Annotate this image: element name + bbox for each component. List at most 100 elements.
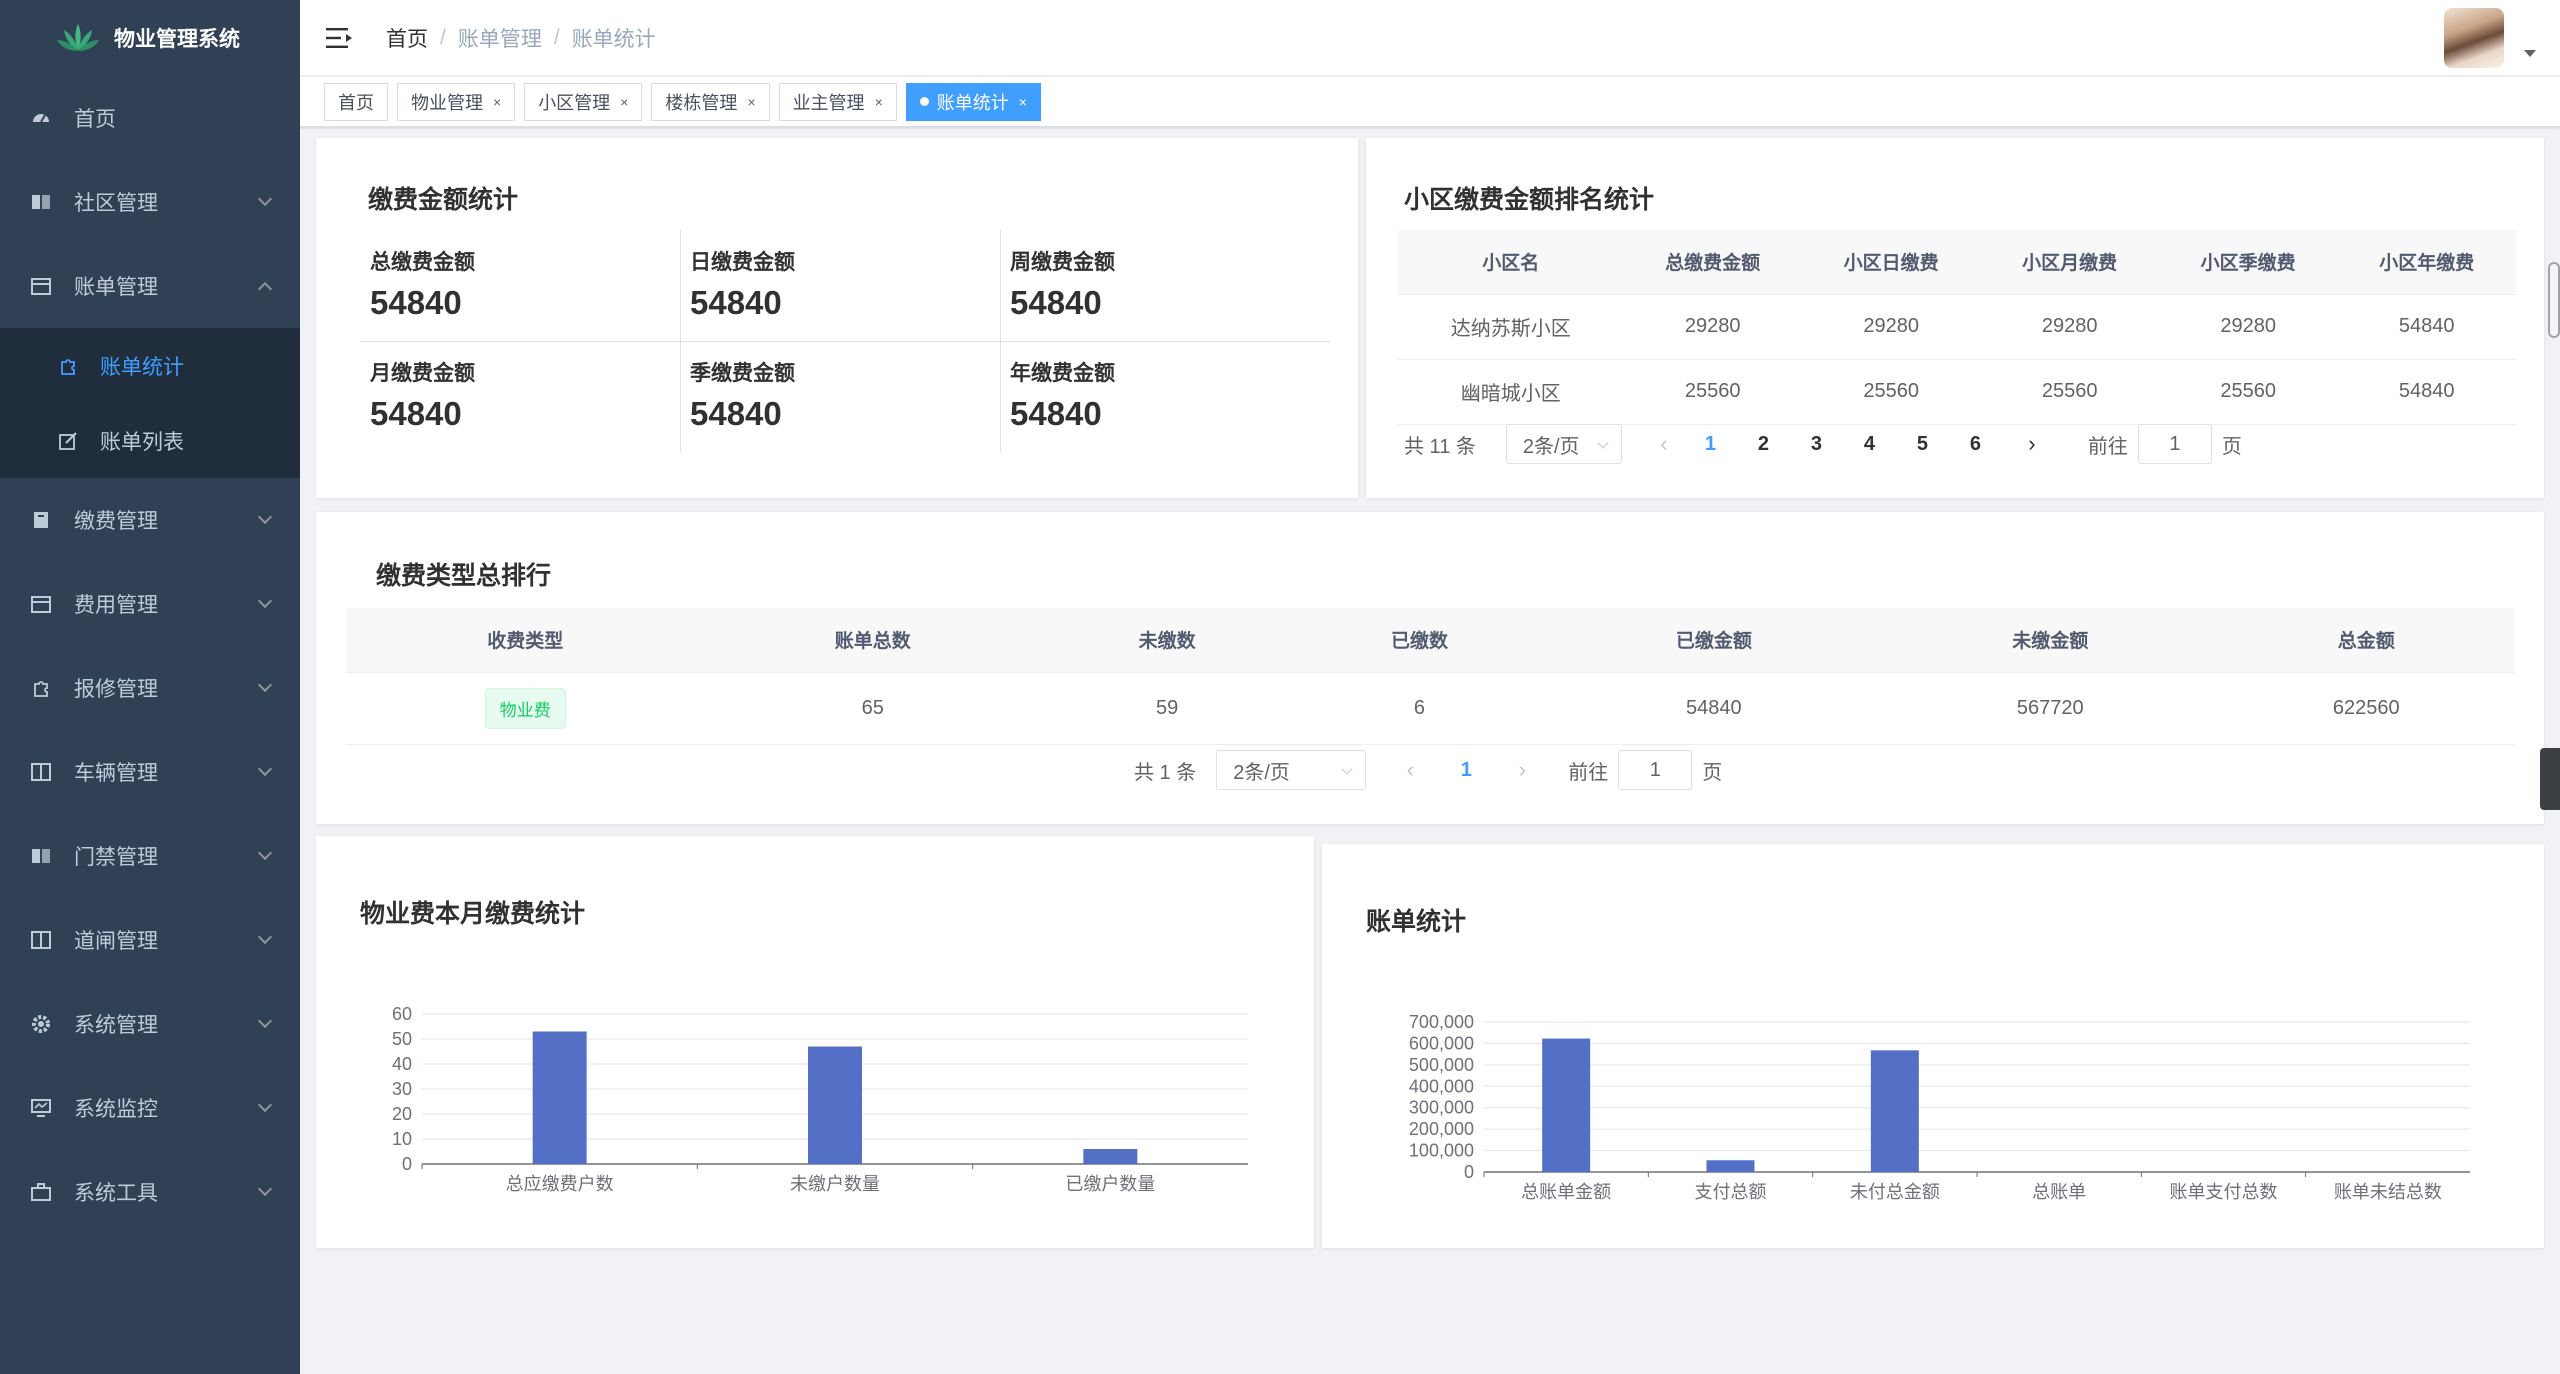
stat-value: 54840 — [370, 284, 462, 321]
prev-page-icon[interactable]: ‹ — [1390, 757, 1430, 783]
sidebar-item-label: 道闸管理 — [74, 930, 158, 953]
bar[interactable] — [1706, 1160, 1755, 1172]
document-icon — [30, 509, 52, 531]
y-tick-label: 40 — [392, 1054, 412, 1074]
tag-home[interactable]: 首页 — [324, 82, 388, 121]
table-cell: 29280 — [2158, 294, 2338, 360]
sidebar-item-bill-list[interactable]: 账单列表 — [0, 403, 300, 478]
sidebar-item-label: 社区管理 — [74, 192, 158, 215]
stat-weekly: 周缴费金额 54840 — [1000, 230, 1320, 341]
y-tick-label: 500,000 — [1409, 1055, 1474, 1075]
table-row: 物业费 65 59 6 54840 567720 622560 — [346, 672, 2514, 745]
sidebar-item-home[interactable]: 首页 — [0, 76, 300, 160]
column-header: 小区年缴费 — [2337, 230, 2516, 295]
bar[interactable] — [1870, 1050, 1919, 1172]
sidebar-item-system[interactable]: 系统管理 — [0, 982, 300, 1066]
breadcrumb-home[interactable]: 首页 — [386, 23, 428, 53]
sidebar-item-repair[interactable]: 报修管理 — [0, 646, 300, 730]
sidebar-item-bill-stats[interactable]: 账单统计 — [0, 328, 300, 403]
x-tick-label: 未付总金额 — [1850, 1182, 1940, 1202]
table-cell: 29280 — [1623, 294, 1802, 360]
stat-value: 54840 — [690, 395, 782, 432]
page-size-select[interactable]: 2条/页 — [1505, 424, 1622, 464]
y-tick-label: 600,000 — [1409, 1033, 1474, 1053]
tag-owner[interactable]: 业主管理 × — [778, 82, 897, 121]
close-icon[interactable]: × — [620, 94, 628, 110]
column-header: 总金额 — [2218, 608, 2514, 673]
close-icon[interactable]: × — [747, 94, 755, 110]
tag-building[interactable]: 楼栋管理 × — [651, 82, 770, 121]
page-number[interactable]: 6 — [1949, 433, 2002, 456]
tag-label: 业主管理 — [792, 92, 865, 113]
x-tick-label: 总应缴费户数 — [506, 1174, 614, 1194]
bar[interactable] — [1083, 1149, 1138, 1164]
table-row: 幽暗城小区 25560 25560 25560 25560 54840 — [1398, 359, 2516, 425]
hamburger-toggle-icon[interactable] — [326, 27, 352, 49]
table-cell: 65 — [704, 672, 1041, 745]
table-header-row: 小区名 总缴费金额 小区日缴费 小区月缴费 小区季缴费 小区年缴费 — [1398, 230, 2516, 295]
sidebar-item-payment[interactable]: 缴费管理 — [0, 478, 300, 562]
sidebar: 物业管理系统 首页 社区管理 账单管理 账单统计 账单列表 缴费管理 费用管理 — [0, 0, 300, 1374]
stat-label: 日缴费金额 — [690, 251, 795, 274]
goto-label: 前往 — [2087, 435, 2128, 458]
calendar-icon — [30, 275, 52, 297]
sidebar-item-access[interactable]: 门禁管理 — [0, 814, 300, 898]
fee-type-tag: 物业费 — [484, 687, 566, 729]
y-tick-label: 0 — [1464, 1162, 1474, 1182]
puzzle-icon — [58, 356, 78, 376]
sidebar-item-billing[interactable]: 账单管理 — [0, 244, 300, 328]
sidebar-item-tools[interactable]: 系统工具 — [0, 1150, 300, 1234]
scrollbar-thumb[interactable] — [2548, 262, 2560, 338]
settings-drawer-handle[interactable] — [2540, 748, 2560, 810]
close-icon[interactable]: × — [1019, 94, 1027, 110]
page-number[interactable]: 4 — [1843, 433, 1896, 456]
close-icon[interactable]: × — [493, 94, 501, 110]
sidebar-item-gate[interactable]: 道闸管理 — [0, 898, 300, 982]
sidebar-item-vehicles[interactable]: 车辆管理 — [0, 730, 300, 814]
sidebar-item-monitor[interactable]: 系统监控 — [0, 1066, 300, 1150]
bar[interactable] — [808, 1046, 862, 1165]
next-page-icon[interactable]: › — [1502, 757, 1542, 783]
y-tick-label: 60 — [392, 1004, 412, 1024]
page-number[interactable]: 2 — [1737, 433, 1790, 456]
lotus-logo-icon — [57, 24, 99, 51]
goto-page-input[interactable]: 1 — [2137, 424, 2212, 464]
avatar[interactable] — [2444, 8, 2504, 68]
pagination-total: 共 1 条 — [1134, 761, 1197, 784]
goto-label: 前往 — [1568, 761, 1609, 784]
sidebar-item-label: 账单管理 — [74, 276, 158, 299]
page-number[interactable]: 3 — [1790, 433, 1843, 456]
y-tick-label: 30 — [392, 1079, 412, 1099]
tool-icon — [30, 677, 52, 699]
column-header: 小区季缴费 — [2158, 230, 2338, 295]
table-cell: 54840 — [1545, 672, 1883, 745]
close-icon[interactable]: × — [875, 94, 883, 110]
sidebar-item-community[interactable]: 社区管理 — [0, 160, 300, 244]
app-title: 物业管理系统 — [114, 28, 240, 51]
bill-stats-chart-card: 账单统计 0 100,000 200,000 300,000 400,000 500,00… — [1322, 844, 2544, 1248]
caret-down-icon[interactable] — [2524, 50, 2536, 57]
tag-label: 账单统计 — [936, 92, 1009, 113]
next-page-icon[interactable]: › — [2002, 431, 2062, 457]
breadcrumb-billing: 账单管理 — [457, 27, 542, 51]
stat-value: 54840 — [690, 284, 782, 321]
top-navbar: 首页 / 账单管理 / 账单统计 — [300, 0, 2560, 76]
table-cell: 25560 — [1801, 359, 1981, 425]
sidebar-item-fees[interactable]: 费用管理 — [0, 562, 300, 646]
chevron-down-icon — [257, 1097, 273, 1113]
tag-community[interactable]: 小区管理 × — [524, 82, 643, 121]
prev-page-icon[interactable]: ‹ — [1644, 431, 1684, 457]
page-number[interactable]: 1 — [1684, 433, 1737, 456]
goto-page-input[interactable]: 1 — [1618, 750, 1693, 790]
card-title: 小区缴费金额排名统计 — [1404, 186, 1655, 214]
app-logo[interactable]: 物业管理系统 — [0, 0, 300, 76]
page-number[interactable]: 5 — [1896, 433, 1949, 456]
bar[interactable] — [532, 1031, 587, 1165]
tag-bill-stats[interactable]: 账单统计 × — [905, 82, 1041, 121]
page-number[interactable]: 1 — [1430, 759, 1502, 782]
column-header: 已缴金额 — [1545, 608, 1883, 673]
page-size-select[interactable]: 2条/页 — [1216, 750, 1367, 790]
stat-yearly: 年缴费金额 54840 — [1000, 341, 1320, 452]
tag-property[interactable]: 物业管理 × — [397, 82, 516, 121]
bar[interactable] — [1542, 1038, 1591, 1172]
